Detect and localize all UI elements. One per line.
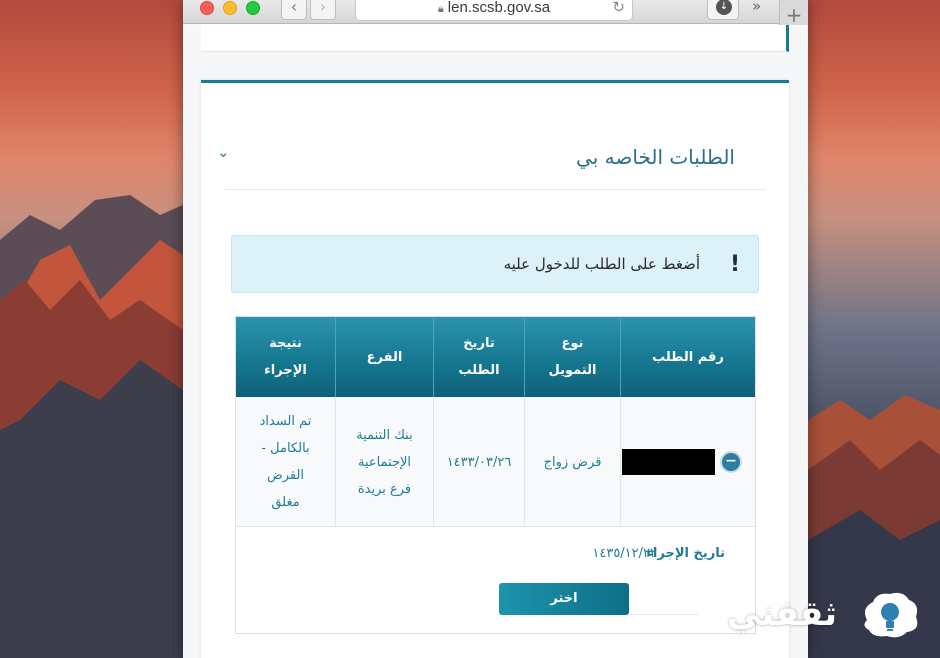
- download-icon: ↓: [716, 0, 732, 15]
- my-requests-card: الطلبات الخاصه بي ⌄ ! أضغط على الطلب للد…: [201, 80, 789, 658]
- cell-loan-type: قرض زواج: [524, 397, 620, 527]
- lock-icon: 🔒︎: [437, 3, 444, 15]
- cell-request-date: ١٤٣٣/٠٣/٢٦: [433, 397, 524, 527]
- watermark-text: ثقفني: [727, 594, 837, 634]
- card-title: الطلبات الخاصه بي: [576, 145, 735, 169]
- expand-row-button[interactable]: −: [720, 451, 742, 473]
- choose-button[interactable]: اختر: [499, 583, 629, 615]
- lightbulb-icon: [864, 592, 918, 638]
- title-divider: [225, 189, 766, 190]
- action-date-value: ١٤٣٥/١٢/٢٢: [592, 546, 657, 561]
- window-close-button[interactable]: [200, 1, 214, 15]
- chevron-left-icon: ‹: [290, 0, 298, 16]
- window-minimize-button[interactable]: [223, 1, 237, 15]
- back-button[interactable]: ‹: [281, 0, 307, 20]
- chevron-down-icon[interactable]: ⌄: [217, 143, 230, 161]
- forward-button[interactable]: ›: [310, 0, 336, 20]
- requests-table: نتيجة الإجراء الفرع تاريخ الطلب نوع التم…: [235, 316, 756, 634]
- browser-toolbar: ‹ › 🔒︎ len.scsb.gov.sa ↻ ↓ » +: [183, 0, 808, 30]
- header-request-number: رقم الطلب: [620, 317, 755, 397]
- header-result: نتيجة الإجراء: [236, 317, 335, 397]
- exclamation-icon: !: [729, 252, 740, 277]
- watermark-logo: ثقفني: [727, 590, 927, 650]
- action-date-label: تاريخ الإجراء: [646, 546, 725, 561]
- header-request-date: تاريخ الطلب: [433, 317, 524, 397]
- notice-box: ! أضغط على الطلب للدخول عليه: [231, 235, 759, 293]
- notice-text: أضغط على الطلب للدخول عليه: [503, 255, 700, 273]
- window-maximize-button[interactable]: [246, 1, 260, 15]
- browser-window: ‹ › 🔒︎ len.scsb.gov.sa ↻ ↓ » + الطلبات ال…: [183, 0, 808, 658]
- page-content: الطلبات الخاصه بي ⌄ ! أضغط على الطلب للد…: [183, 25, 808, 658]
- minus-icon: −: [725, 453, 737, 469]
- reload-icon[interactable]: ↻: [612, 0, 625, 19]
- table-header: نتيجة الإجراء الفرع تاريخ الطلب نوع التم…: [236, 317, 755, 397]
- url-text: len.scsb.gov.sa: [447, 0, 551, 16]
- header-branch: الفرع: [335, 317, 433, 397]
- table-row[interactable]: تم السداد بالكامل - القرض مغلق بنك التنم…: [236, 397, 755, 527]
- chevron-right-icon: ›: [319, 0, 327, 16]
- chevron-double-right-icon[interactable]: »: [752, 0, 761, 15]
- cell-branch: بنك التنمية الإجتماعية فرع بريدة: [335, 397, 433, 527]
- redacted-request-number: [622, 449, 715, 475]
- plus-icon: +: [785, 3, 803, 27]
- address-bar[interactable]: 🔒︎ len.scsb.gov.sa ↻: [355, 0, 633, 21]
- header-loan-type: نوع التمويل: [524, 317, 620, 397]
- cell-request-number: −: [620, 397, 755, 527]
- download-button[interactable]: ↓: [707, 0, 739, 20]
- cell-result: تم السداد بالكامل - القرض مغلق: [259, 414, 312, 510]
- detail-divider: [629, 614, 698, 615]
- previous-card: [201, 25, 789, 52]
